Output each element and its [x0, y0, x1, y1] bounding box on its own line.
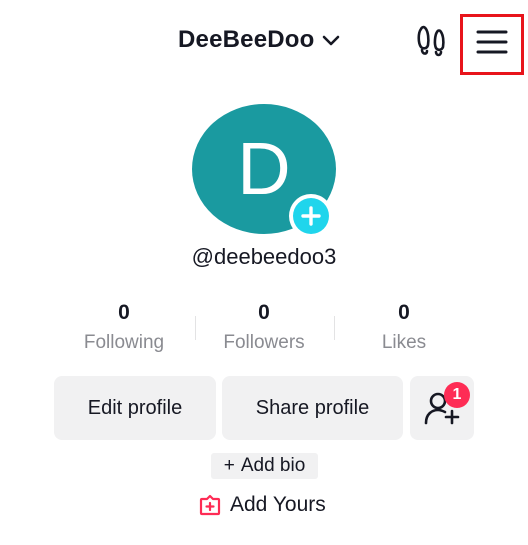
- add-yours-icon: [199, 494, 221, 516]
- account-switcher[interactable]: DeeBeeDoo: [178, 22, 341, 58]
- change-photo-button[interactable]: [289, 194, 333, 238]
- stat-label: Likes: [381, 332, 427, 353]
- add-bio-button[interactable]: + Add bio: [211, 453, 318, 479]
- footprints-icon: [417, 25, 445, 57]
- hamburger-menu-icon: [476, 30, 508, 54]
- stat-following[interactable]: 0 Following: [54, 298, 194, 358]
- stat-value: 0: [258, 301, 270, 324]
- stat-followers[interactable]: 0 Followers: [194, 298, 334, 358]
- stat-label: Followers: [223, 332, 305, 353]
- stat-label: Following: [83, 332, 165, 353]
- stat-likes[interactable]: 0 Likes: [334, 298, 474, 358]
- add-friends-button[interactable]: 1: [410, 376, 474, 440]
- profile-header: DeeBeeDoo: [0, 0, 528, 80]
- username: DeeBeeDoo: [178, 26, 315, 53]
- chevron-down-icon: [322, 35, 339, 46]
- avatar-initial: D: [237, 127, 291, 210]
- profile-views-button[interactable]: [414, 22, 448, 58]
- stat-value: 0: [118, 301, 130, 324]
- stat-value: 0: [398, 301, 410, 324]
- notification-badge: 1: [444, 382, 470, 408]
- menu-button[interactable]: [472, 24, 512, 60]
- edit-profile-button[interactable]: Edit profile: [54, 376, 216, 440]
- plus-badge: [293, 198, 329, 234]
- profile-stats: 0 Following 0 Followers 0 Likes: [54, 298, 474, 362]
- share-profile-button[interactable]: Share profile: [222, 376, 403, 440]
- plus-text: +: [223, 455, 235, 476]
- avatar-container[interactable]: D: [192, 104, 337, 238]
- user-handle: @deebeedoo3: [191, 244, 337, 269]
- plus-icon: [301, 206, 321, 226]
- add-bio-label: Add bio: [240, 455, 306, 476]
- add-yours-button[interactable]: Add Yours: [198, 488, 326, 522]
- add-yours-label: Add Yours: [230, 493, 326, 516]
